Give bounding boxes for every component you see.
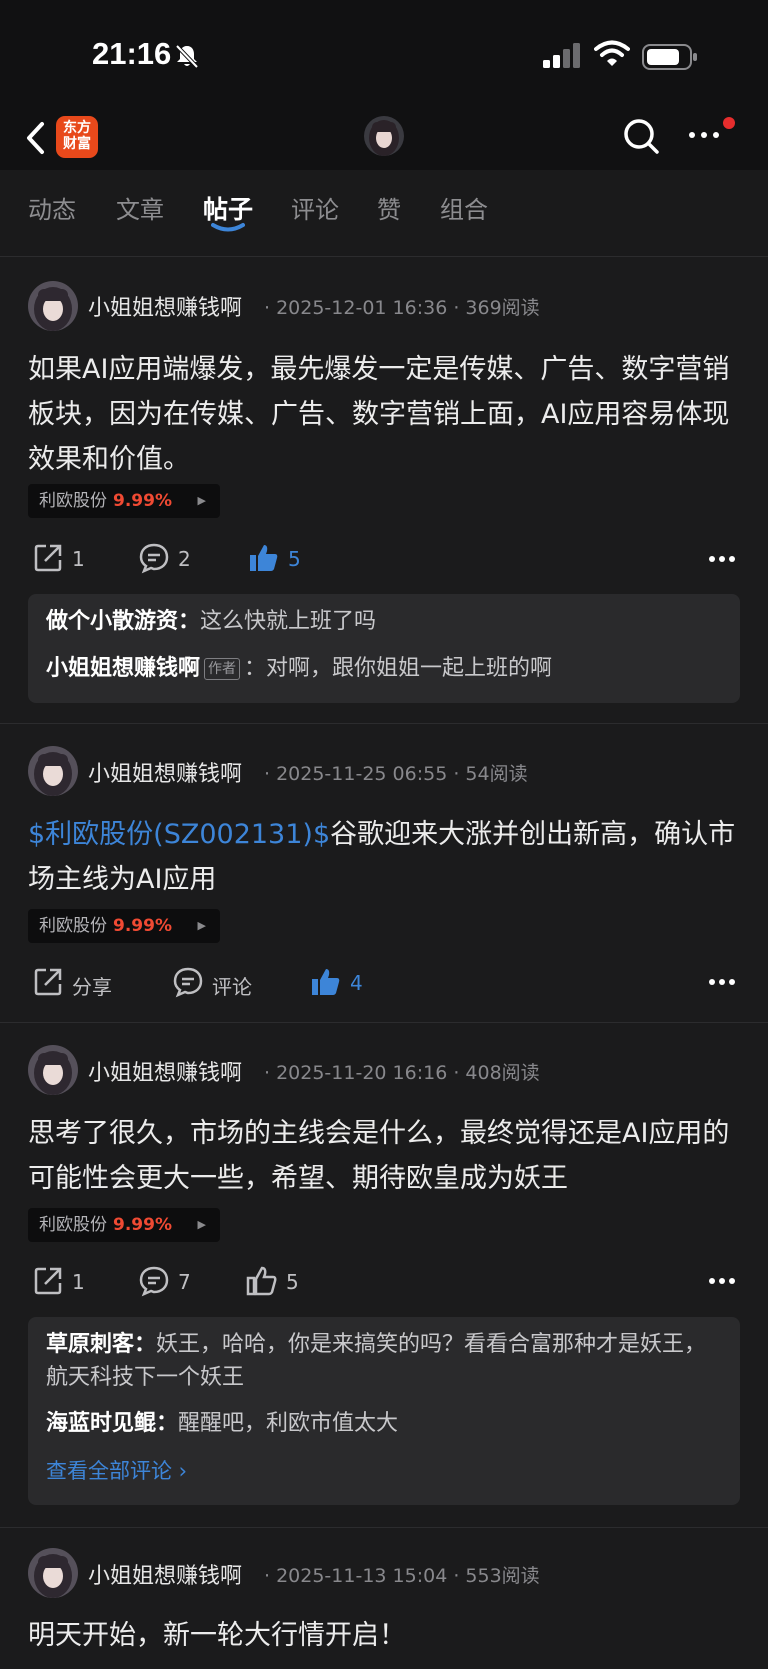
tab-posts[interactable]: 帖子 (203, 190, 253, 226)
author-name[interactable]: 小姐姐想赚钱啊 (88, 290, 242, 322)
post-card[interactable]: 小姐姐想赚钱啊 · 2025-12-01 16:36 · 369阅读 如果AI应… (0, 257, 768, 724)
battery-icon (642, 44, 697, 70)
post-body[interactable]: 如果AI应用端爆发，最先爆发一定是传媒、广告、数字营销板块，因为在传媒、广告、数… (28, 347, 743, 482)
share-button[interactable]: 分享 (32, 966, 132, 999)
comment-item[interactable]: 草原刺客：妖王，哈哈，你是来搞笑的吗？看看合富那种才是妖王，航天科技下一个妖王 (46, 1328, 726, 1394)
post-body[interactable]: 思考了很久，市场的主线会是什么，最终觉得还是AI应用的可能性会更大一些，希望、期… (28, 1111, 743, 1201)
post-meta: · 2025-11-13 15:04 · 553阅读 (264, 1565, 540, 1587)
comment-button[interactable]: 7 (138, 1265, 218, 1297)
more-options-icon[interactable] (686, 125, 726, 145)
status-time: 21:16 (92, 36, 172, 71)
post-card[interactable]: 小姐姐想赚钱啊 · 2025-11-20 16:16 · 408阅读 思考了很久… (0, 1023, 768, 1528)
comment-item[interactable]: 海蓝时见鲲：醒醒吧，利欧市值太大 (46, 1407, 726, 1440)
like-button[interactable]: 5 (246, 1265, 326, 1297)
post-more-icon[interactable] (708, 555, 736, 563)
tab-portfolio[interactable]: 组合 (440, 190, 488, 225)
search-icon[interactable] (621, 116, 661, 156)
wifi-icon (594, 40, 630, 66)
share-button[interactable]: 1 (32, 542, 112, 574)
comment-button[interactable]: 评论 (172, 966, 272, 999)
tab-bar: 动态 文章 帖子 评论 赞 组合 (0, 170, 768, 257)
eastmoney-logo[interactable]: 东方 财富 (56, 116, 98, 158)
avatar[interactable] (28, 281, 78, 331)
avatar[interactable] (28, 1548, 78, 1598)
cellular-signal-icon (543, 43, 580, 68)
notification-dot (723, 117, 735, 129)
like-button[interactable]: 4 (310, 966, 390, 998)
stock-tag[interactable]: 利欧股份 9.99% ▶ (28, 484, 220, 518)
comment-button[interactable]: 2 (138, 542, 218, 574)
comment-item[interactable]: 小姐姐想赚钱啊 作者 ：对啊，跟你姐姐一起上班的啊 (46, 652, 726, 685)
comment-preview[interactable]: 做个小散游资：这么快就上班了吗 小姐姐想赚钱啊 作者 ：对啊，跟你姐姐一起上班的啊 (28, 594, 740, 703)
author-name[interactable]: 小姐姐想赚钱啊 (88, 756, 242, 788)
author-badge: 作者 (204, 658, 241, 680)
active-tab-indicator (211, 223, 245, 232)
post-card[interactable]: 小姐姐想赚钱啊 · 2025-11-13 15:04 · 553阅读 明天开始，… (0, 1528, 768, 1669)
tab-activity[interactable]: 动态 (28, 190, 76, 225)
post-card[interactable]: 小姐姐想赚钱啊 · 2025-11-25 06:55 · 54阅读 $利欧股份(… (0, 724, 768, 1023)
avatar[interactable] (28, 746, 78, 796)
author-name[interactable]: 小姐姐想赚钱啊 (88, 1055, 242, 1087)
comment-preview[interactable]: 草原刺客：妖王，哈哈，你是来搞笑的吗？看看合富那种才是妖王，航天科技下一个妖王 … (28, 1317, 740, 1505)
stock-tag[interactable]: 利欧股份 9.99% ▶ (28, 909, 220, 943)
comment-item[interactable]: 做个小散游资：这么快就上班了吗 (46, 605, 726, 638)
tab-likes[interactable]: 赞 (377, 190, 401, 225)
share-button[interactable]: 1 (32, 1265, 112, 1297)
author-name[interactable]: 小姐姐想赚钱啊 (88, 1558, 242, 1590)
stock-link[interactable]: $利欧股份(SZ002131)$ (28, 819, 330, 850)
tab-comments[interactable]: 评论 (291, 190, 339, 225)
like-button[interactable]: 5 (248, 542, 328, 574)
post-meta: · 2025-11-25 06:55 · 54阅读 (264, 763, 528, 785)
post-body[interactable]: 明天开始，新一轮大行情开启！ (28, 1613, 743, 1658)
back-chevron-icon[interactable] (22, 118, 48, 158)
post-more-icon[interactable] (708, 1277, 736, 1285)
stock-tag[interactable]: 利欧股份 9.99% ▶ (28, 1208, 220, 1242)
post-more-icon[interactable] (708, 978, 736, 986)
post-meta: · 2025-12-01 16:36 · 369阅读 (264, 297, 540, 319)
mute-bell-icon (175, 44, 199, 69)
header-avatar[interactable] (364, 116, 404, 156)
post-body[interactable]: $利欧股份(SZ002131)$谷歌迎来大涨并创出新高，确认市场主线为AI应用 (28, 812, 743, 902)
tab-articles[interactable]: 文章 (116, 190, 164, 225)
view-all-comments-link[interactable]: 查看全部评论 › (46, 1455, 187, 1485)
post-meta: · 2025-11-20 16:16 · 408阅读 (264, 1062, 540, 1084)
avatar[interactable] (28, 1045, 78, 1095)
